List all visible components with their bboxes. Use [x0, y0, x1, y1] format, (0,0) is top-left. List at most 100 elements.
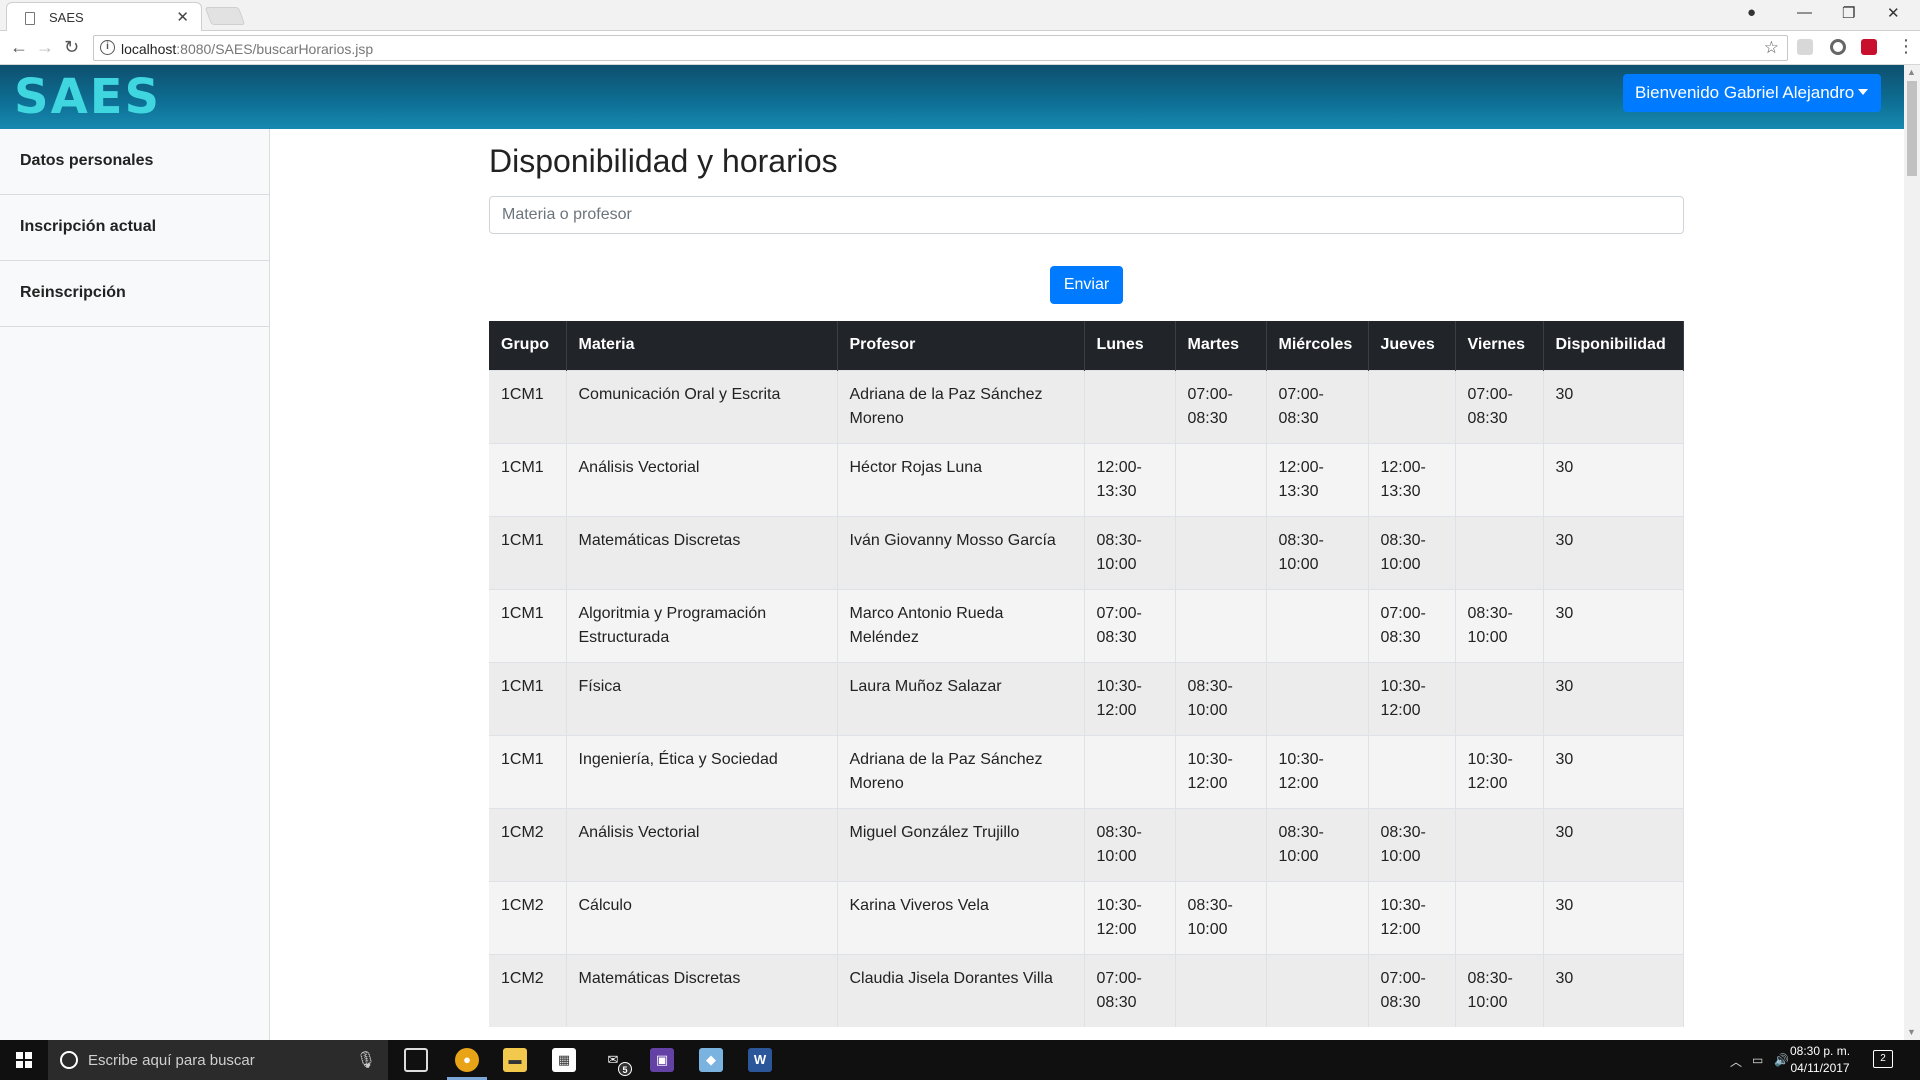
- browser-tab[interactable]: SAES ✕: [6, 2, 202, 32]
- cell-viernes: 10:30-12:00: [1455, 734, 1544, 808]
- cell-martes: 07:00-08:30: [1175, 369, 1267, 443]
- cell-martes: [1175, 807, 1267, 881]
- sidebar-item-reinscripcion[interactable]: Reinscripción: [0, 261, 269, 327]
- cell-profesor: Claudia Jisela Dorantes Villa: [837, 953, 1085, 1027]
- cell-disponibilidad: 30: [1543, 880, 1684, 954]
- cell-miercoles: 10:30-12:00: [1266, 734, 1369, 808]
- cell-materia: Algoritmia y Programación Estructurada: [566, 588, 838, 662]
- volume-icon[interactable]: 🔊: [1774, 1053, 1789, 1067]
- page-scrollbar[interactable]: ▲ ▼: [1904, 65, 1920, 1040]
- new-tab-button[interactable]: [204, 7, 246, 25]
- network-icon[interactable]: ▭: [1752, 1053, 1763, 1067]
- user-menu-button[interactable]: Bienvenido Gabriel Alejandro: [1623, 74, 1881, 112]
- extension-icon[interactable]: [1797, 39, 1813, 55]
- table-row: 1CM1 Análisis Vectorial Héctor Rojas Lun…: [489, 442, 1684, 516]
- cell-grupo: 1CM2: [489, 880, 567, 954]
- cell-disponibilidad: 30: [1543, 369, 1684, 443]
- cell-lunes: [1084, 734, 1176, 808]
- sidebar-item-label: Inscripción actual: [20, 218, 157, 235]
- cell-profesor: Héctor Rojas Luna: [837, 442, 1085, 516]
- cell-viernes: 08:30-10:00: [1455, 953, 1544, 1027]
- column-header: Profesor: [837, 321, 1085, 370]
- cell-grupo: 1CM1: [489, 515, 567, 589]
- task-view-icon[interactable]: [404, 1048, 428, 1072]
- brand-logo[interactable]: SAES: [14, 69, 161, 125]
- restore-icon[interactable]: ❐: [1842, 4, 1855, 22]
- store-icon[interactable]: ▦: [552, 1048, 576, 1072]
- submit-button[interactable]: Enviar: [1050, 266, 1123, 304]
- close-window-icon[interactable]: ✕: [1887, 4, 1900, 22]
- windows-start-icon[interactable]: [16, 1052, 32, 1068]
- notification-icon[interactable]: 2: [1873, 1050, 1893, 1068]
- cell-martes: [1175, 588, 1267, 662]
- cell-martes: 10:30-12:00: [1175, 734, 1267, 808]
- user-menu-label: Bienvenido Gabriel Alejandro: [1635, 83, 1855, 102]
- address-bar[interactable]: i localhost:8080/SAES/buscarHorarios.jsp…: [93, 35, 1788, 61]
- browser-menu-icon[interactable]: ⋮: [1897, 36, 1915, 57]
- account-icon[interactable]: ●: [1747, 4, 1756, 21]
- tray-chevron-icon[interactable]: ︿: [1730, 1053, 1742, 1070]
- file-explorer-icon[interactable]: ▬: [503, 1048, 527, 1072]
- cell-grupo: 1CM1: [489, 588, 567, 662]
- cell-profesor: Iván Giovanny Mosso García: [837, 515, 1085, 589]
- word-icon[interactable]: W: [748, 1048, 772, 1072]
- schedule-table: Grupo Materia Profesor Lunes Martes Miér…: [489, 321, 1684, 1027]
- table-row: 1CM1 Comunicación Oral y Escrita Adriana…: [489, 369, 1684, 443]
- cell-martes: 08:30-10:00: [1175, 880, 1267, 954]
- sidebar-item-inscripcion-actual[interactable]: Inscripción actual: [0, 195, 269, 261]
- clock-time: 08:30 p. m.: [1790, 1044, 1851, 1058]
- minimize-icon[interactable]: —: [1797, 4, 1812, 21]
- twitch-icon[interactable]: ▣: [650, 1048, 674, 1072]
- cube-app-icon[interactable]: ◆: [699, 1048, 723, 1072]
- scrollbar-thumb[interactable]: [1907, 81, 1917, 176]
- cell-martes: [1175, 515, 1267, 589]
- cell-profesor: Laura Muñoz Salazar: [837, 661, 1085, 735]
- cell-miercoles: [1266, 953, 1369, 1027]
- sidebar: Datos personales Inscripción actual Rein…: [0, 129, 270, 1040]
- scroll-up-icon[interactable]: ▲: [1907, 67, 1916, 77]
- taskbar-search-placeholder: Escribe aquí para buscar: [88, 1052, 255, 1069]
- chrome-icon[interactable]: ●: [455, 1048, 479, 1072]
- cell-disponibilidad: 30: [1543, 442, 1684, 516]
- cell-profesor: Karina Viveros Vela: [837, 880, 1085, 954]
- cell-lunes: [1084, 369, 1176, 443]
- system-clock[interactable]: 08:30 p. m. 04/11/2017: [1790, 1043, 1850, 1077]
- cell-grupo: 1CM1: [489, 442, 567, 516]
- column-header: Viernes: [1455, 321, 1544, 370]
- cell-disponibilidad: 30: [1543, 588, 1684, 662]
- column-header: Grupo: [489, 321, 567, 370]
- browser-tab-title: SAES: [49, 10, 84, 25]
- cell-jueves: 12:00-13:30: [1368, 442, 1456, 516]
- browser-tab-strip: SAES ✕ ● — ❐ ✕: [0, 0, 1920, 32]
- sidebar-item-label: Datos personales: [20, 152, 154, 169]
- cell-lunes: 10:30-12:00: [1084, 880, 1176, 954]
- scroll-down-icon[interactable]: ▼: [1907, 1027, 1916, 1037]
- cell-disponibilidad: 30: [1543, 661, 1684, 735]
- cell-materia: Cálculo: [566, 880, 838, 954]
- search-input[interactable]: [489, 196, 1684, 234]
- reload-icon[interactable]: ↻: [64, 37, 79, 58]
- extension-icon[interactable]: [1830, 39, 1846, 55]
- bookmark-star-icon[interactable]: ☆: [1764, 38, 1779, 58]
- cell-jueves: [1368, 369, 1456, 443]
- cell-grupo: 1CM2: [489, 953, 567, 1027]
- column-header: Disponibilidad: [1543, 321, 1684, 370]
- cell-viernes: 07:00-08:30: [1455, 369, 1544, 443]
- column-header: Materia: [566, 321, 838, 370]
- close-tab-icon[interactable]: ✕: [176, 8, 189, 26]
- site-info-icon[interactable]: i: [100, 40, 115, 55]
- sidebar-item-datos-personales[interactable]: Datos personales: [0, 129, 269, 195]
- taskbar-search[interactable]: Escribe aquí para buscar 🎙: [48, 1040, 388, 1080]
- table-row: 1CM1 Matemáticas Discretas Iván Giovanny…: [489, 515, 1684, 589]
- column-header: Martes: [1175, 321, 1267, 370]
- cell-materia: Matemáticas Discretas: [566, 515, 838, 589]
- cell-jueves: 08:30-10:00: [1368, 807, 1456, 881]
- forward-icon[interactable]: →: [36, 37, 54, 58]
- table-row: 1CM1 Física Laura Muñoz Salazar 10:30-12…: [489, 661, 1684, 735]
- back-icon[interactable]: ←: [10, 37, 28, 58]
- cell-miercoles: 08:30-10:00: [1266, 807, 1369, 881]
- cell-miercoles: 07:00-08:30: [1266, 369, 1369, 443]
- microphone-icon[interactable]: 🎙: [356, 1050, 376, 1070]
- extension-icon[interactable]: [1861, 39, 1877, 55]
- cell-lunes: 10:30-12:00: [1084, 661, 1176, 735]
